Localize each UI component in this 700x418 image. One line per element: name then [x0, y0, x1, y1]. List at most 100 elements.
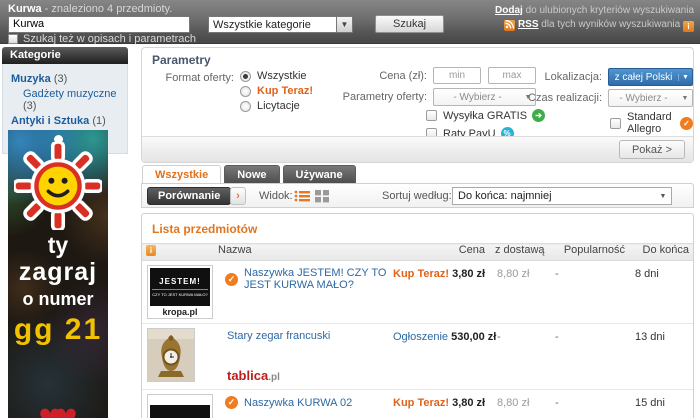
location-select[interactable]: z całej Polski ▼ [608, 68, 693, 86]
info-icon[interactable]: i [146, 245, 156, 256]
column-popularity: Popularność [551, 244, 629, 261]
results-summary: Kurwa - znaleziono 4 przedmioty. [8, 3, 172, 15]
free-shipping-icon: ➔ [532, 109, 545, 122]
item-popularity: - [551, 390, 629, 418]
search-input[interactable] [8, 16, 190, 33]
offer-params-value: - Wybierz - [434, 92, 521, 103]
compare-arrow-icon[interactable]: › [230, 187, 246, 205]
format-option-licytacje[interactable]: Licytacje [240, 100, 300, 112]
table-header-row: i Nazwa Cena z dostawą Popularność Do ko… [142, 244, 693, 261]
standard-allegro-option[interactable]: Standard Allegro ✓ [610, 111, 693, 135]
banner-text-line4: gg 21 [8, 312, 108, 348]
item-popularity: - [551, 261, 629, 324]
brand-suffix: .pl [268, 372, 280, 383]
list-view-icon[interactable] [294, 189, 310, 203]
buy-type: Kup Teraz! [393, 268, 449, 280]
item-price: 3,80 zł [452, 268, 485, 280]
item-link[interactable]: Stary zegar francuski [227, 330, 330, 342]
tab-nowe[interactable]: Nowe [224, 165, 279, 183]
column-ending: Do końca [629, 244, 693, 261]
radio-icon[interactable] [240, 86, 251, 97]
free-shipping-checkbox[interactable] [426, 110, 437, 121]
show-results-button[interactable]: Pokaż > [619, 140, 685, 159]
item-thumbnail[interactable]: JESTEM! CZY TO JEST KURWA MAŁO? kropa.pl [147, 265, 213, 319]
rss-icon[interactable] [504, 20, 515, 31]
category-label: Muzyka [11, 73, 51, 85]
categories-title: Kategorie [2, 47, 128, 64]
info-icon[interactable]: i [683, 21, 694, 32]
smiley-sun-icon [14, 142, 102, 230]
search-button[interactable]: Szukaj [375, 15, 444, 33]
sidebar-item-antyki-i-sztuka[interactable]: Antyki i Sztuka (1) [11, 115, 121, 127]
grid-view-icon[interactable] [314, 189, 330, 203]
lead-time-select[interactable]: - Wybierz - ▼ [608, 89, 693, 107]
price-with-delivery: 8,80 zł [489, 261, 551, 324]
offer-params-label: Parametry oferty: [327, 91, 427, 103]
sidebar-item-muzyka[interactable]: Muzyka (3) [11, 73, 121, 85]
list-toolbar: Porównanie › Widok: Sortuj według: Do ko… [141, 183, 694, 208]
clock-photo [148, 329, 194, 381]
banner-hearts: ♥♥ [8, 398, 108, 418]
lead-time-value: - Wybierz - [609, 93, 678, 104]
price-with-delivery: - [489, 324, 551, 390]
compare-button[interactable]: Porównanie [147, 187, 231, 205]
verified-check-icon: ✓ [225, 273, 238, 286]
time-left: 8 dni [629, 261, 693, 324]
format-option-label: Kup Teraz! [257, 85, 313, 97]
format-option-wszystkie[interactable]: Wszystkie [240, 70, 307, 82]
rss-line-text: dla tych wyników wyszukiwania [539, 19, 681, 30]
list-title: Lista przedmiotów [142, 214, 693, 243]
item-link[interactable]: Naszywka KURWA 02 [244, 397, 352, 409]
radio-selected-icon[interactable] [240, 71, 251, 82]
category-select[interactable]: Wszystkie kategorie ▼ [208, 16, 353, 33]
item-thumbnail[interactable] [147, 328, 195, 382]
tab-uzywane[interactable]: Używane [283, 165, 356, 183]
search-descriptions-checkbox[interactable] [8, 34, 18, 44]
offer-params-select[interactable]: - Wybierz - ▼ [433, 88, 536, 106]
search-descriptions-label: Szukaj też w opisach i parametrach [23, 33, 196, 45]
format-option-kup-teraz[interactable]: Kup Teraz! [240, 85, 313, 97]
chevron-down-icon: ▼ [678, 95, 692, 102]
category-label: Antyki i Sztuka [11, 115, 89, 127]
filters-panel: Parametry Format oferty: Wszystkie Kup T… [141, 47, 694, 163]
price-with-delivery: 8,80 zł [489, 390, 551, 418]
category-count: (3) [23, 100, 36, 112]
price-label: Cena (zł): [357, 70, 427, 82]
column-price: Cena [393, 244, 489, 261]
ad-banner[interactable]: ty zagraj o numer gg 21 ♥♥ [8, 130, 108, 418]
verified-check-icon: ✓ [225, 396, 238, 409]
standard-allegro-checkbox[interactable] [610, 118, 621, 129]
category-select-value: Wszystkie kategorie [208, 16, 336, 33]
radio-icon[interactable] [240, 101, 251, 112]
item-link[interactable]: Naszywka JESTEM! CZY TO JEST KURWA MAŁO? [244, 267, 393, 291]
filters-title: Parametry [152, 53, 211, 67]
thumb-text: CZY TO JEST KURWA MAŁO? [152, 289, 208, 297]
time-left: 13 dni [629, 324, 693, 390]
thumb-brand: kropa.pl [150, 307, 210, 317]
chevron-down-icon[interactable]: ▼ [336, 16, 353, 33]
standard-allegro-label: Standard Allegro [627, 111, 675, 135]
table-row: Stary zegar francuski tablica.pl Ogłosze… [142, 324, 693, 390]
heart-icon: ♥ [54, 396, 78, 418]
category-count: (3) [54, 73, 67, 85]
results-count-text: - znaleziono 4 przedmioty. [42, 3, 173, 15]
rss-link[interactable]: RSS [518, 19, 539, 30]
sidebar-item-gadzety-muzyczne[interactable]: Gadżety muzyczne (3) [11, 88, 121, 112]
filters-footer: Pokaż > [142, 136, 693, 162]
chevron-down-icon: ▼ [655, 193, 671, 200]
buy-type: Kup Teraz! [393, 397, 449, 409]
banner-text-line3: o numer [8, 286, 108, 312]
item-thumbnail[interactable]: KURWA [147, 394, 213, 418]
banner-text-line2: zagraj [8, 258, 108, 286]
price-min-input[interactable] [433, 67, 481, 84]
add-favorites-link[interactable]: Dodaj [495, 5, 523, 16]
buy-type: Ogłoszenie [393, 331, 448, 343]
item-price: 3,80 zł [452, 397, 485, 409]
tab-wszystkie[interactable]: Wszystkie [142, 165, 221, 183]
format-option-label: Wszystkie [257, 70, 307, 82]
free-shipping-option[interactable]: Wysyłka GRATIS ➔ [426, 109, 545, 122]
sort-select[interactable]: Do końca: najmniej ▼ [452, 187, 672, 205]
location-value: z całej Polski [609, 72, 678, 83]
chevron-down-icon: ▼ [678, 74, 692, 81]
free-shipping-label: Wysyłka GRATIS [443, 110, 527, 122]
